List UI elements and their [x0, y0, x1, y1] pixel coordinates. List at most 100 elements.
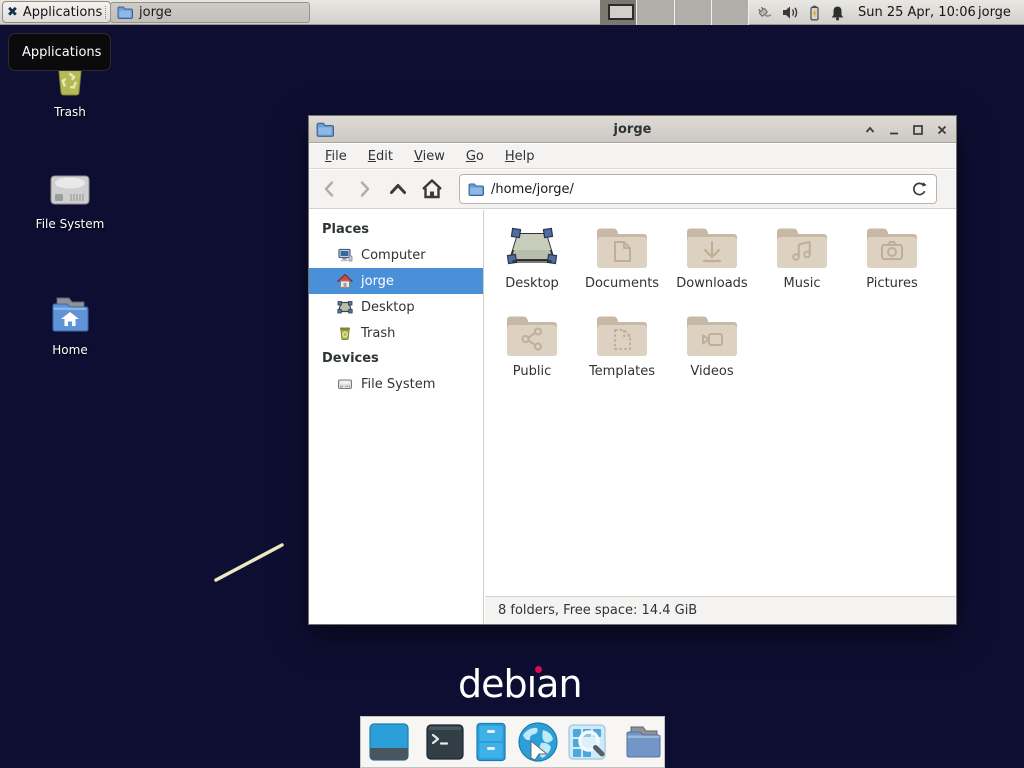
trash-icon: [337, 325, 353, 341]
menu-view[interactable]: View: [406, 146, 453, 167]
panel-username[interactable]: jorge: [978, 0, 1011, 25]
back-button[interactable]: [313, 174, 347, 204]
desktop-icon-home[interactable]: Home: [22, 290, 118, 357]
volume-icon[interactable]: [782, 5, 799, 20]
terminal-icon: [425, 722, 465, 762]
show-desktop-icon: [369, 722, 409, 762]
grid-item-label: Documents: [585, 276, 659, 291]
folder-icon: [117, 6, 133, 19]
debian-logo-text: debıan: [458, 662, 582, 706]
window-title: jorge: [309, 122, 956, 137]
workspace-switcher: [600, 0, 749, 25]
grid-item-label: Desktop: [505, 276, 559, 291]
dock-show-desktop-button[interactable]: [369, 721, 409, 763]
desktop-icon-label: File System: [36, 217, 105, 231]
forward-button[interactable]: [347, 174, 381, 204]
top-panel: ✖ Applications jorge: [0, 0, 1024, 25]
menu-edit[interactable]: Edit: [360, 146, 401, 167]
battery-icon[interactable]: [808, 5, 821, 21]
desktop-icon: [337, 299, 353, 315]
computer-icon: [337, 247, 353, 263]
dock-app-finder-button[interactable]: [567, 721, 607, 763]
desktop-icon-filesystem[interactable]: File System: [22, 170, 118, 231]
sidebar: Places Computer jorge: [309, 210, 484, 624]
applications-menu-button[interactable]: ✖ Applications: [2, 1, 111, 23]
grid-item-label: Music: [784, 276, 821, 291]
sidebar-item-label: jorge: [361, 274, 394, 289]
applications-label: Applications: [23, 5, 102, 20]
sidebar-item-label: Trash: [361, 326, 395, 341]
panel-clock[interactable]: Sun 25 Apr, 10:06: [858, 0, 976, 25]
grid-item-label: Videos: [690, 364, 733, 379]
reload-icon[interactable]: [911, 181, 928, 198]
up-icon: [387, 178, 409, 200]
grid-item-downloads[interactable]: Downloads: [667, 218, 757, 306]
notifications-bell-icon[interactable]: [830, 5, 845, 21]
sidebar-item-computer[interactable]: Computer: [309, 242, 483, 268]
debian-logo-dot: [535, 666, 542, 673]
folder-music-icon: [774, 224, 830, 272]
home-folder-icon: [45, 290, 95, 338]
home-button[interactable]: [415, 174, 449, 204]
file-cabinet-icon: [473, 722, 509, 762]
taskbar-window-label: jorge: [139, 5, 172, 20]
grid-item-desktop[interactable]: Desktop: [487, 218, 577, 306]
workspace-2[interactable]: [637, 0, 674, 25]
back-icon: [319, 178, 341, 200]
dock-terminal-button[interactable]: [425, 721, 465, 763]
window-body: Places Computer jorge: [309, 210, 956, 624]
sidebar-item-desktop[interactable]: Desktop: [309, 294, 483, 320]
folder-documents-icon: [594, 224, 650, 272]
sidebar-item-label: File System: [361, 377, 435, 392]
minimize-button[interactable]: [887, 123, 900, 136]
sidebar-item-label: Desktop: [361, 300, 415, 315]
workspace-4[interactable]: [712, 0, 749, 25]
sidebar-header-places: Places: [309, 217, 483, 242]
workspace-1[interactable]: [600, 0, 637, 25]
grid-item-videos[interactable]: Videos: [667, 306, 757, 394]
file-manager-folder-icon: [623, 723, 665, 761]
grid-item-label: Public: [513, 364, 551, 379]
home-icon: [337, 273, 353, 289]
home-icon: [420, 177, 444, 201]
maximize-button[interactable]: [911, 123, 924, 136]
grid-item-templates[interactable]: Templates: [577, 306, 667, 394]
toolbar: /home/jorge/: [309, 170, 956, 209]
sidebar-item-home[interactable]: jorge: [309, 268, 483, 294]
grid-item-pictures[interactable]: Pictures: [847, 218, 937, 306]
network-icon[interactable]: [753, 4, 773, 21]
dock-file-manager-button[interactable]: [623, 721, 665, 763]
sidebar-item-filesystem[interactable]: File System: [309, 371, 483, 397]
folder-videos-icon: [684, 312, 740, 360]
dock-web-browser-button[interactable]: [517, 721, 559, 763]
web-browser-globe-icon: [517, 721, 559, 763]
grid-item-documents[interactable]: Documents: [577, 218, 667, 306]
menu-file[interactable]: File: [317, 146, 355, 167]
shade-button[interactable]: [863, 123, 876, 136]
applications-icon: ✖: [7, 6, 18, 19]
folder-public-icon: [504, 312, 560, 360]
menu-help[interactable]: Help: [497, 146, 543, 167]
desktop-icon: [504, 224, 560, 272]
harddrive-icon: [337, 376, 353, 392]
window-titlebar[interactable]: jorge: [309, 116, 956, 143]
workspace-3[interactable]: [675, 0, 712, 25]
debian-logo: debıan: [458, 662, 582, 706]
path-input[interactable]: /home/jorge/: [491, 182, 904, 197]
dock-file-cabinet-button[interactable]: [473, 721, 509, 763]
close-button[interactable]: [935, 123, 948, 136]
up-button[interactable]: [381, 174, 415, 204]
workspace-window-thumb: [608, 4, 634, 20]
desktop-icon-label: Trash: [54, 105, 86, 119]
taskbar-window-button[interactable]: jorge: [110, 2, 310, 23]
window-controls: [863, 116, 948, 143]
applications-tooltip: Applications: [8, 33, 111, 71]
system-tray: [753, 0, 845, 25]
sidebar-item-trash[interactable]: Trash: [309, 320, 483, 346]
desktop-icon-label: Home: [52, 343, 87, 357]
menu-go[interactable]: Go: [458, 146, 492, 167]
grid-item-music[interactable]: Music: [757, 218, 847, 306]
file-manager-window: jorge File Edit View Go Help: [308, 115, 957, 625]
path-bar[interactable]: /home/jorge/: [459, 174, 937, 204]
grid-item-public[interactable]: Public: [487, 306, 577, 394]
